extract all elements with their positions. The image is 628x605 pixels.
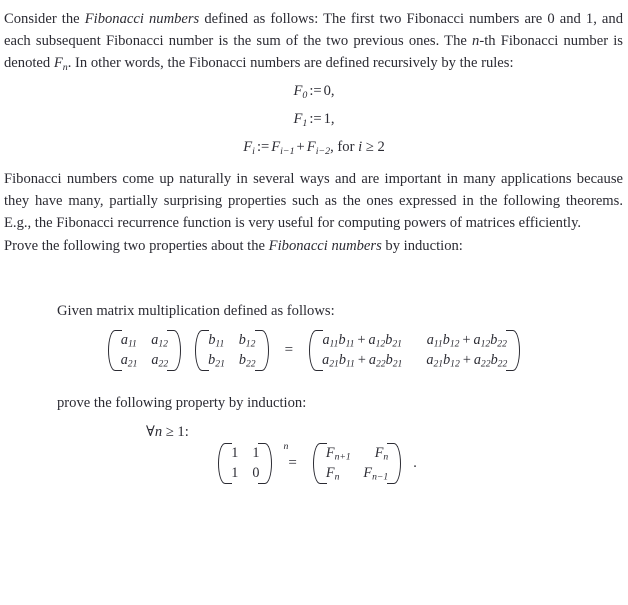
prove-text-before: Prove the following two properties about… — [4, 238, 269, 254]
matrix-B-right-paren — [254, 330, 269, 371]
result-row-2: Fn Fn−1 — [326, 465, 388, 482]
matrix-A-left-paren — [107, 330, 122, 371]
matrix-product-cell-r2c2: a21b12 + a22b22 — [426, 352, 508, 370]
matrix-B-cell-b21: b21 — [208, 352, 225, 370]
power-base-row-1: 1 1 — [231, 445, 259, 462]
power-base-left-paren — [218, 443, 233, 484]
matrix-B-cell-b22: b22 — [238, 352, 256, 370]
quantifier-line: ∀n ≥ 1: — [146, 421, 189, 443]
Fi-assign: := — [256, 139, 270, 155]
matrix-product-right-paren — [506, 330, 521, 371]
quantifier-variable: n — [154, 424, 163, 440]
Fi-condition-text: for — [337, 139, 359, 155]
matrix-B-cell-b11: b11 — [208, 332, 225, 350]
matrix-B-row-2: b21 b22 — [208, 352, 255, 369]
matrix-product: a11b11 + a12b21 a11b12 + a12b22 a21b11 + a22b2… — [302, 330, 527, 371]
Fi-term2: F — [306, 139, 316, 155]
power-exponent-n: n — [283, 441, 289, 452]
matrix-B: b11 b12 b21 b22 — [188, 330, 275, 371]
matrix-product-left-paren — [309, 330, 324, 371]
Fi-plus: + — [296, 139, 305, 155]
prove-text-after: by induction: — [381, 238, 463, 254]
fibonacci-numbers-italic-2: Fibonacci numbers — [268, 238, 382, 254]
matrix-A-right-paren — [167, 330, 182, 371]
power-identity-equals-sign: = — [288, 455, 297, 471]
Fi-term2-subscript: i−2 — [315, 145, 331, 157]
matrix-A-cell-a22: a22 — [151, 352, 169, 370]
matrix-product-cell-r2c1: a21b11 + a22b21 — [322, 352, 403, 370]
result-cell-Fn-top-right: Fn — [374, 445, 389, 463]
matrix-product-row-2: a21b11 + a22b21 a21b12 + a22b22 — [322, 352, 507, 369]
Fi-condition-relation: ≥ 2 — [362, 139, 385, 155]
matrix-power-identity-equation: 1 1 1 0 n = Fn+1 Fn Fn Fn−1 . — [0, 441, 628, 484]
result-left-paren — [312, 443, 327, 484]
matrix-A-cell-a12: a12 — [151, 332, 168, 350]
matrix-fibonacci-result: Fn+1 Fn Fn Fn−1 — [306, 443, 408, 484]
matrix-power-base: 1 1 1 0 n — [211, 441, 288, 484]
intro-paragraph: Consider the Fibonacci numbers defined a… — [4, 8, 623, 75]
prove-property-line: prove the following property by inductio… — [57, 395, 307, 411]
power-base-cell-r1c1: 1 — [231, 445, 239, 461]
matrix-mult-equals-sign: = — [284, 342, 294, 358]
F1-assign: := — [309, 111, 322, 127]
result-cell-Fn-plus-1: Fn+1 — [325, 445, 351, 463]
given-matrix-multiplication-line: Given matrix multiplication defined as f… — [57, 303, 335, 319]
F0-punct: , — [330, 83, 335, 99]
matrix-B-row-1: b11 b12 — [208, 332, 255, 349]
power-identity-trailing-period: . — [413, 455, 417, 471]
F0-assign: := — [309, 83, 322, 99]
intro-text-before: Consider the — [4, 11, 85, 27]
matrix-A-cell-a11: a11 — [120, 332, 137, 350]
matrix-multiplication-equation: a11 a12 a21 a22 b11 b12 b21 b22 = a11b11… — [0, 330, 628, 371]
matrix-B-cell-b12: b12 — [238, 332, 256, 350]
definition-F1: F1:= 1, — [0, 111, 628, 128]
document-page: Consider the Fibonacci numbers defined a… — [0, 0, 628, 605]
result-cell-Fn-bottom-left: Fn — [325, 465, 340, 483]
intro-text-tail: . In other words, the Fibonacci numbers … — [67, 55, 514, 72]
fibonacci-numbers-italic: Fibonacci numbers — [84, 11, 200, 27]
result-right-paren — [387, 443, 402, 484]
definition-Fi-recurrence: Fi:= Fi−1 + Fi−2, for i ≥ 2 — [0, 139, 628, 156]
power-base-cell-r2c1: 1 — [231, 465, 239, 481]
result-cell-Fn-minus-1: Fn−1 — [363, 465, 389, 483]
matrix-A-row-2: a21 a22 — [121, 352, 168, 369]
matrix-A: a11 a12 a21 a22 — [101, 330, 188, 371]
F0-value: 0 — [323, 83, 331, 99]
forall-symbol: ∀ — [146, 424, 155, 440]
Fi-term1: F — [271, 139, 281, 155]
matrix-product-row-1: a11b11 + a12b21 a11b12 + a12b22 — [322, 332, 507, 349]
matrix-A-row-1: a11 a12 — [121, 332, 168, 349]
prove-two-properties-line: Prove the following two properties about… — [4, 235, 623, 257]
power-base-right-paren — [258, 443, 273, 484]
result-row-1: Fn+1 Fn — [326, 445, 388, 462]
definition-F0: F0:= 0, — [0, 83, 628, 100]
matrix-product-cell-r1c2: a11b12 + a12b22 — [426, 332, 507, 350]
F-symbol: F — [53, 55, 63, 72]
F1-value: 1 — [323, 111, 331, 127]
Fi-symbol: F — [243, 139, 253, 155]
matrix-product-cell-r1c1: a11b11 + a12b21 — [322, 332, 402, 350]
quantifier-relation: ≥ 1: — [162, 424, 189, 440]
discussion-paragraph: Fibonacci numbers come up naturally in s… — [4, 171, 623, 232]
Fi-term1-subscript: i−1 — [280, 145, 295, 157]
matrix-B-left-paren — [195, 330, 210, 371]
F1-punct: , — [330, 111, 335, 127]
power-base-row-2: 1 0 — [231, 465, 259, 482]
matrix-A-cell-a21: a21 — [120, 352, 138, 370]
